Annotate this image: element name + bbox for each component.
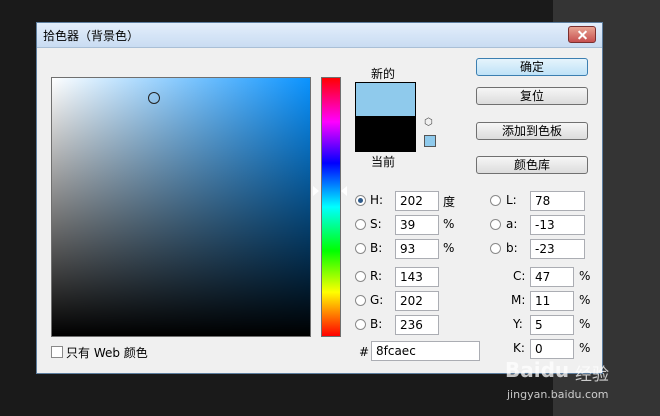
new-color-label: 新的 [371,67,396,81]
current-color-swatch[interactable] [355,116,416,152]
rgb-r-field[interactable]: 143 [395,267,439,287]
close-button[interactable] [568,26,596,43]
hsb-s-unit: % [443,217,455,231]
baidu-watermark: Baidu 经验 jingyan.baidu.com [505,358,635,408]
web-colors-only-label: 只有 Web 颜色 [66,346,148,360]
add-to-swatches-button[interactable]: 添加到色板 [476,122,588,140]
lab-b-radio[interactable] [490,243,501,254]
color-picker-dialog: 拾色器（背景色） 新的 当前 ⬡ 确定 复位 添加到色板 颜色库 H: 202 … [36,22,603,374]
current-color-label: 当前 [371,155,396,169]
cmyk-y-unit: % [579,317,591,331]
cmyk-k-field[interactable]: 0 [530,339,574,359]
window-title: 拾色器（背景色） [43,29,140,43]
cmyk-y-label: Y: [513,317,523,331]
hsb-s-field[interactable]: 39 [395,215,439,235]
hsb-h-label: H: [370,193,384,207]
lab-b-field[interactable]: -23 [530,239,585,259]
rgb-r-radio[interactable] [355,271,366,282]
hex-label: # [359,345,370,359]
hue-slider[interactable] [321,77,341,337]
hsb-b-radio[interactable] [355,243,366,254]
rgb-g-radio[interactable] [355,295,366,306]
hsb-h-unit: 度 [443,195,456,209]
color-libraries-button[interactable]: 颜色库 [476,156,588,174]
rgb-b-radio[interactable] [355,319,366,330]
rgb-r-label: R: [370,269,383,283]
lab-l-radio[interactable] [490,195,501,206]
cmyk-c-field[interactable]: 47 [530,267,574,287]
cmyk-y-field[interactable]: 5 [530,315,574,335]
title-bar[interactable]: 拾色器（背景色） [37,23,602,48]
hex-field[interactable]: 8fcaec [371,341,480,361]
web-colors-only-checkbox[interactable] [51,346,63,358]
cmyk-k-label: K: [513,341,525,355]
web-safe-color-icon[interactable] [424,135,436,147]
ok-button[interactable]: 确定 [476,58,588,76]
hsb-s-radio[interactable] [355,219,366,230]
hsb-s-label: S: [370,217,382,231]
cmyk-c-label: C: [513,269,526,283]
cmyk-m-label: M: [511,293,526,307]
rgb-g-label: G: [370,293,384,307]
watermark-suffix: 经验 [575,365,609,385]
hue-slider-arrow-left-icon[interactable] [313,186,319,196]
lab-l-label: L: [506,193,517,207]
hsb-h-radio[interactable] [355,195,366,206]
hsb-h-field[interactable]: 202 [395,191,439,211]
cmyk-m-unit: % [579,293,591,307]
cmyk-m-field[interactable]: 11 [530,291,574,311]
hsb-b-label: B: [370,241,383,255]
new-color-swatch [355,82,416,117]
cmyk-k-unit: % [579,341,591,355]
rgb-b-field[interactable]: 236 [395,315,439,335]
lab-a-field[interactable]: -13 [530,215,585,235]
rgb-b-label: B: [370,317,383,331]
cmyk-c-unit: % [579,269,591,283]
reset-button[interactable]: 复位 [476,87,588,105]
color-field[interactable] [51,77,311,337]
lab-l-field[interactable]: 78 [530,191,585,211]
hsb-b-field[interactable]: 93 [395,239,439,259]
lab-a-radio[interactable] [490,219,501,230]
lab-a-label: a: [506,217,518,231]
lab-b-label: b: [506,241,518,255]
color-field-marker[interactable] [148,92,160,104]
hue-slider-arrow-right-icon[interactable] [341,186,347,196]
out-of-gamut-cube-icon[interactable]: ⬡ [424,118,434,128]
hsb-b-unit: % [443,241,455,255]
watermark-url: jingyan.baidu.com [507,388,609,401]
watermark-brand: Baidu [505,358,570,382]
rgb-g-field[interactable]: 202 [395,291,439,311]
